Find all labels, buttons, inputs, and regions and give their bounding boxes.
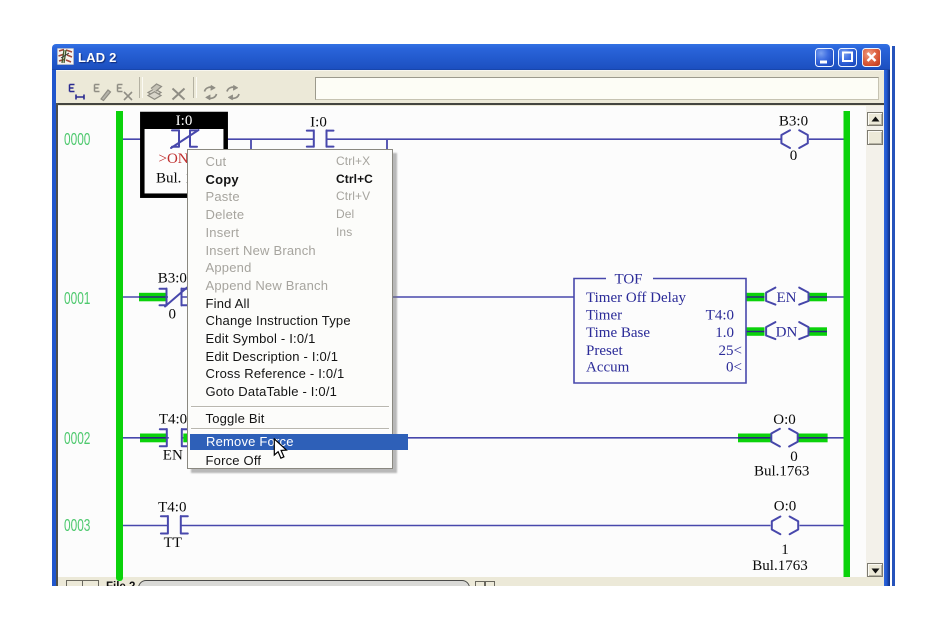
svg-text:DN: DN bbox=[776, 324, 798, 340]
svg-text:EN: EN bbox=[163, 447, 183, 463]
svg-text:TOF: TOF bbox=[614, 271, 642, 287]
svg-text:B3:0: B3:0 bbox=[779, 113, 808, 129]
svg-text:0: 0 bbox=[169, 306, 177, 322]
svg-text:Bul.1763: Bul.1763 bbox=[754, 463, 809, 479]
svg-text:Time Base: Time Base bbox=[586, 325, 650, 341]
svg-text:0<: 0< bbox=[726, 359, 742, 375]
svg-text:T4:0: T4:0 bbox=[706, 307, 734, 323]
svg-text:Timer: Timer bbox=[586, 307, 622, 323]
svg-text:T4:0: T4:0 bbox=[159, 411, 187, 427]
svg-text:O:0: O:0 bbox=[773, 412, 796, 428]
svg-text:T4:0: T4:0 bbox=[158, 499, 186, 515]
svg-text:I:0: I:0 bbox=[176, 113, 193, 129]
svg-text:Timer Off Delay: Timer Off Delay bbox=[586, 289, 686, 305]
svg-text:TT: TT bbox=[164, 535, 182, 551]
svg-text:1.0: 1.0 bbox=[715, 325, 734, 341]
svg-text:0: 0 bbox=[790, 148, 798, 164]
svg-text:O:0: O:0 bbox=[774, 498, 797, 514]
svg-text:I:0: I:0 bbox=[310, 114, 327, 130]
svg-text:Preset: Preset bbox=[586, 342, 623, 358]
svg-text:Bul.1763: Bul.1763 bbox=[752, 558, 807, 574]
svg-text:Accum: Accum bbox=[586, 359, 630, 375]
svg-text:B3:0: B3:0 bbox=[158, 270, 187, 286]
svg-text:25<: 25< bbox=[719, 342, 742, 358]
svg-text:1: 1 bbox=[781, 542, 789, 558]
svg-text:EN: EN bbox=[777, 289, 797, 305]
